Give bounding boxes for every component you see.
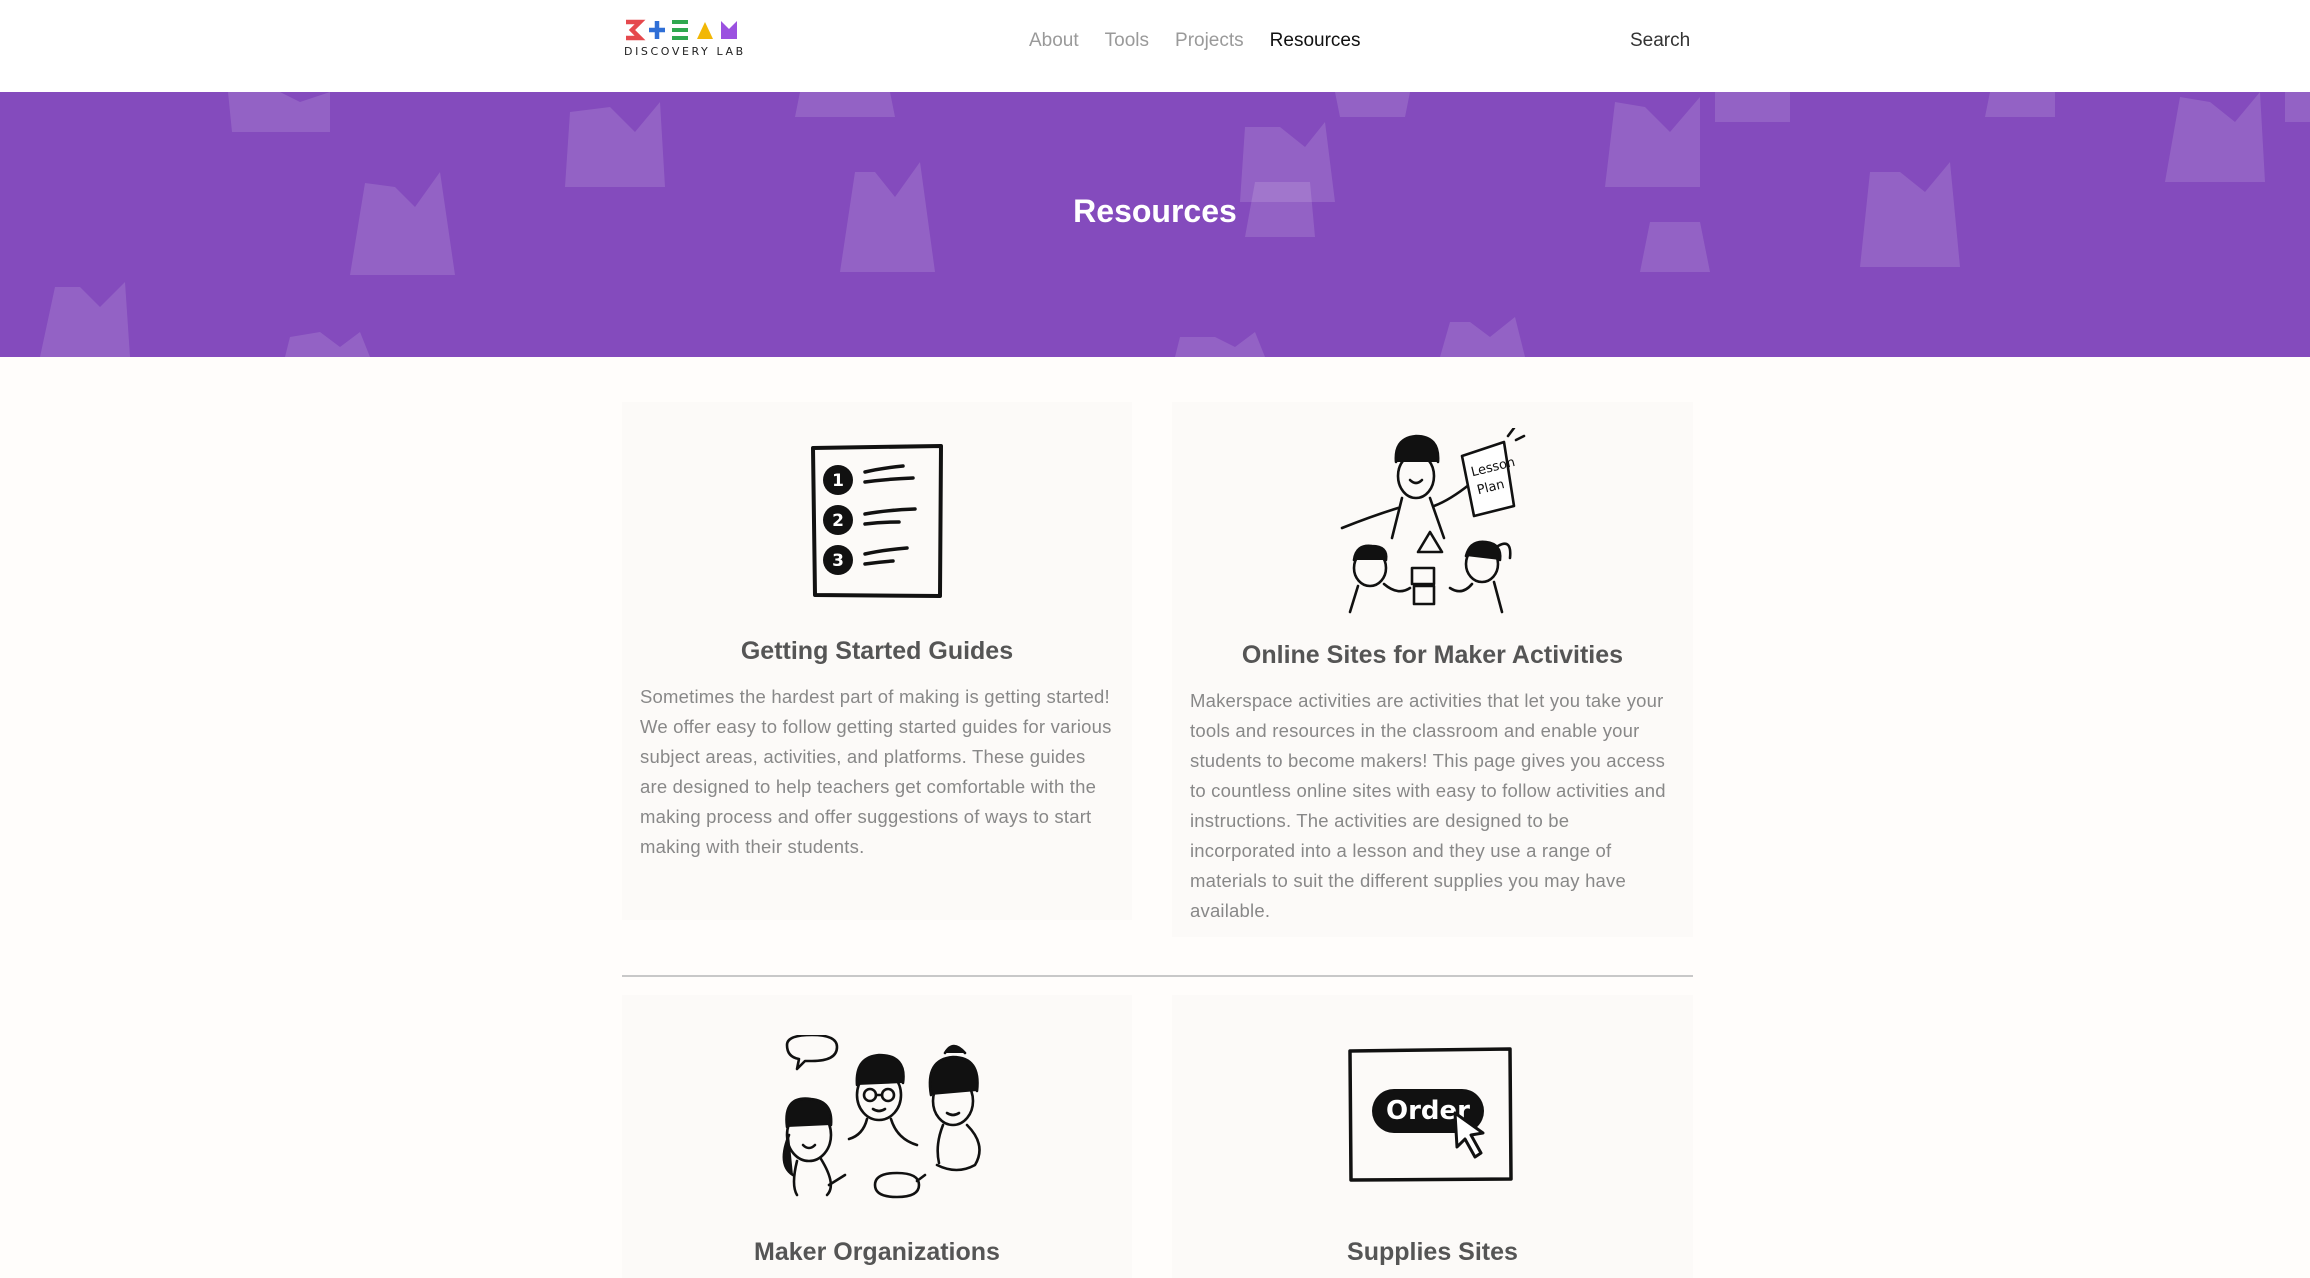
page-title: Resources: [1073, 193, 1237, 229]
svg-text:3: 3: [832, 551, 844, 571]
resource-card-getting-started[interactable]: 1 2 3 Getting Started Guides Sometimes t…: [622, 402, 1132, 920]
card-title: Getting Started Guides: [740, 637, 1014, 665]
card-title: Supplies Sites: [1347, 1238, 1518, 1266]
resource-card-online-sites[interactable]: Lesson Plan Online Sites for Maker Activ…: [1172, 402, 1693, 937]
logo-text: DISCOVERY LAB: [624, 45, 746, 58]
logo-mark: [624, 18, 750, 42]
order-button-icon: Order: [1348, 1047, 1513, 1182]
nav-item-resources[interactable]: Resources: [1270, 30, 1361, 52]
search-link[interactable]: Search: [1630, 30, 1690, 52]
logo-letters-icon: [626, 19, 737, 41]
resource-card-supplies-sites[interactable]: Order Supplies Sites: [1172, 995, 1693, 1278]
site-header: DISCOVERY LAB About Tools Projects Resou…: [0, 0, 2310, 92]
card-description: Sometimes the hardest part of making is …: [640, 686, 1112, 857]
section-divider: [622, 975, 1693, 977]
svg-text:1: 1: [832, 471, 844, 491]
card-title: Online Sites for Maker Activities: [1241, 641, 1624, 669]
svg-text:2: 2: [832, 511, 844, 531]
steam-logo[interactable]: DISCOVERY LAB: [624, 18, 750, 62]
nav-item-tools[interactable]: Tools: [1105, 30, 1149, 52]
people-talking-icon: [782, 1035, 981, 1199]
card-title: Maker Organizations: [754, 1238, 1000, 1266]
main-nav: About Tools Projects Resources: [1029, 30, 1360, 52]
nav-item-about[interactable]: About: [1029, 30, 1079, 52]
card-description: Makerspace activities are activities tha…: [1190, 690, 1666, 921]
hero-banner: Resources: [0, 92, 2310, 357]
nav-item-projects[interactable]: Projects: [1175, 30, 1244, 52]
numbered-list-icon: 1 2 3: [811, 444, 943, 598]
resource-card-maker-organizations[interactable]: Maker Organizations: [622, 995, 1132, 1278]
teacher-students-icon: Lesson Plan: [1340, 428, 1526, 614]
